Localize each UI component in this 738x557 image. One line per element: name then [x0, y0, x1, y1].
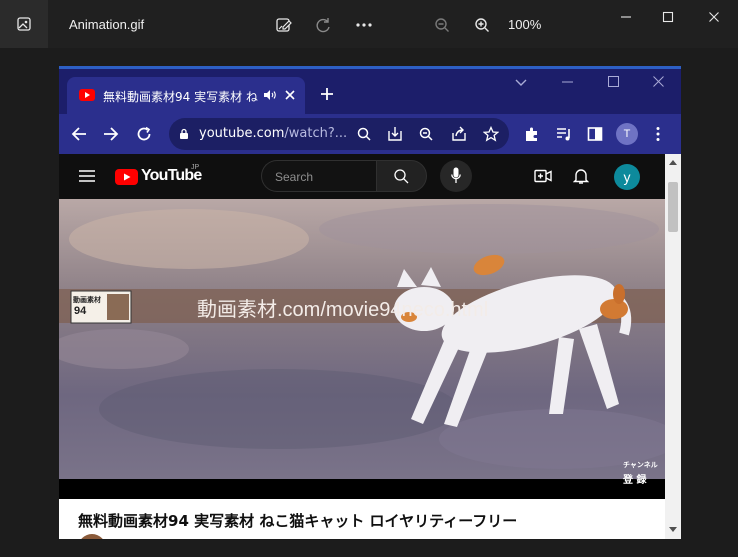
tab-search-icon[interactable] — [515, 79, 527, 87]
maximize-button[interactable] — [648, 4, 688, 30]
browser-close-icon[interactable] — [653, 76, 664, 87]
zoom-level: 100% — [508, 17, 542, 32]
page-scrollbar[interactable] — [665, 154, 681, 539]
youtube-favicon-icon — [79, 89, 95, 101]
watermark-badge-text: 動画素材 — [73, 296, 101, 304]
lock-icon[interactable] — [179, 128, 189, 140]
hamburger-menu-icon[interactable] — [79, 170, 95, 182]
tab-title: 無料動画素材94 実写素材 ね — [103, 90, 258, 104]
channel-avatar[interactable] — [78, 534, 106, 539]
zoom-in-button[interactable] — [468, 12, 496, 38]
url-text: youtube.com/watch?... — [199, 126, 347, 141]
bookmark-star-icon[interactable] — [483, 126, 499, 142]
microphone-icon — [451, 167, 461, 183]
web-page: YouTube JP Search y 動画素材 94 動画素材.com/mov… — [59, 154, 681, 539]
install-app-icon[interactable] — [387, 126, 403, 142]
zoom-out-icon — [435, 18, 449, 32]
close-button[interactable] — [694, 4, 734, 30]
image-gallery-icon — [17, 17, 31, 31]
zoom-in-icon — [475, 18, 489, 32]
browser-toolbar: youtube.com/watch?... T — [59, 114, 681, 154]
notifications-bell-icon[interactable] — [573, 167, 589, 185]
forward-icon[interactable] — [103, 126, 119, 142]
browser-tabstrip: 無料動画素材94 実写素材 ね — [59, 69, 681, 114]
search-icon — [394, 169, 409, 184]
channel-subscribe-mark[interactable]: チャンネル — [623, 460, 658, 470]
address-bar[interactable]: youtube.com/watch?... — [169, 118, 509, 150]
browser-minimize-icon[interactable] — [562, 81, 573, 83]
rotate-button[interactable] — [310, 12, 338, 38]
youtube-search-input[interactable]: Search — [261, 160, 377, 192]
close-icon — [709, 12, 719, 22]
zoom-out-button[interactable] — [428, 12, 456, 38]
user-avatar[interactable]: y — [614, 164, 640, 190]
more-horizontal-icon — [356, 23, 372, 27]
search-page-icon[interactable] — [357, 127, 371, 141]
more-options-button[interactable] — [350, 12, 378, 38]
region-code: JP — [191, 164, 200, 171]
maximize-icon — [662, 11, 674, 23]
audio-playing-icon[interactable] — [263, 89, 277, 101]
scroll-down-icon[interactable] — [669, 527, 677, 532]
youtube-search-button[interactable] — [376, 160, 427, 192]
profile-avatar[interactable]: T — [616, 123, 638, 145]
media-controls-icon[interactable] — [556, 126, 572, 142]
close-tab-icon[interactable] — [285, 90, 295, 100]
viewer-titlebar: Animation.gif 100% — [0, 0, 738, 48]
photo-viewer-window: Animation.gif 100% 無料動画素材94 実写素材 ね youtu… — [0, 0, 738, 557]
reload-icon[interactable] — [136, 126, 152, 142]
share-icon[interactable] — [451, 126, 467, 142]
video-overlay-text: 動画素材.com/movie94neco.html — [197, 299, 489, 321]
edit-image-icon — [276, 18, 292, 32]
side-panel-icon[interactable] — [587, 126, 603, 142]
browser-menu-icon[interactable] — [656, 126, 660, 142]
channel-subscribe-mark-2[interactable]: 登 録 — [623, 471, 646, 486]
extensions-icon[interactable] — [524, 126, 540, 142]
video-frame-image — [59, 199, 665, 499]
gallery-button[interactable] — [0, 0, 48, 48]
edit-image-button[interactable] — [270, 12, 298, 38]
browser-tab[interactable]: 無料動画素材94 実写素材 ね — [67, 77, 305, 114]
video-title: 無料動画素材94 実写素材 ねこ猫キャット ロイヤリティーフリー — [78, 512, 518, 530]
youtube-header: YouTube JP Search y — [59, 154, 665, 199]
minimize-icon — [621, 16, 631, 18]
zoom-indicator-icon[interactable] — [419, 127, 433, 141]
watermark-badge-number: 94 — [74, 305, 87, 317]
search-placeholder: Search — [275, 170, 314, 184]
file-name: Animation.gif — [69, 17, 145, 32]
rotate-icon — [316, 18, 330, 33]
displayed-image: 無料動画素材94 実写素材 ね youtube.com/watch?... T … — [59, 66, 681, 539]
url-path: /watch?... — [284, 126, 348, 141]
new-tab-icon[interactable] — [320, 87, 334, 101]
url-host: youtube.com — [199, 126, 285, 141]
scroll-thumb[interactable] — [668, 182, 678, 232]
voice-search-button[interactable] — [440, 160, 472, 192]
minimize-button[interactable] — [606, 4, 646, 30]
scroll-up-icon[interactable] — [669, 160, 677, 165]
back-icon[interactable] — [71, 126, 87, 142]
video-player[interactable]: 動画素材 94 動画素材.com/movie94neco.html チャンネル … — [59, 199, 665, 499]
create-video-icon[interactable] — [534, 169, 552, 183]
browser-maximize-icon[interactable] — [608, 76, 619, 87]
youtube-play-logo-icon — [115, 169, 138, 185]
